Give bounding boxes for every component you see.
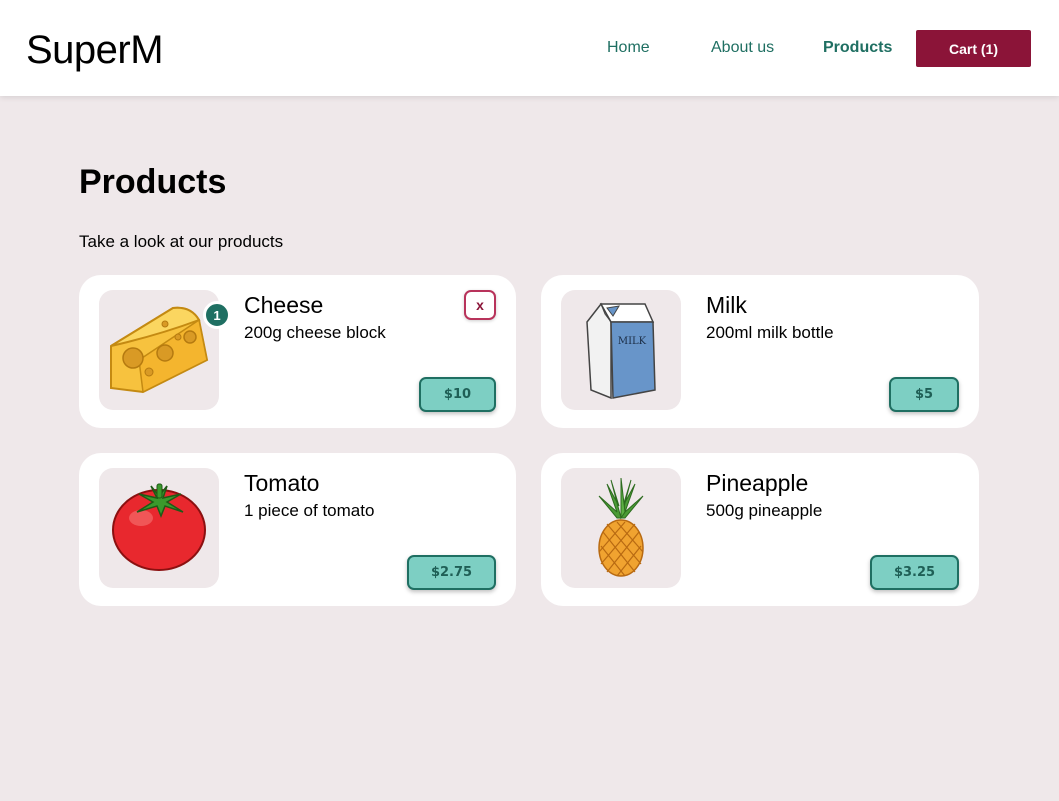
cheese-icon — [110, 306, 209, 394]
nav-link-products[interactable]: Products — [823, 38, 892, 58]
product-description: 200g cheese block — [244, 323, 386, 342]
navbar: SuperM Home About us Products Cart (1) — [0, 0, 1059, 96]
product-image-milk[interactable]: MILK — [561, 290, 681, 410]
page-subtitle: Take a look at our products — [79, 232, 284, 251]
product-name: Tomato — [244, 470, 320, 496]
nav-link-home[interactable]: Home — [607, 38, 650, 58]
product-image-pineapple[interactable] — [561, 468, 681, 588]
product-description: 200ml milk bottle — [706, 323, 834, 342]
product-name: Cheese — [244, 292, 324, 318]
pineapple-icon — [598, 477, 644, 577]
product-description: 1 piece of tomato — [244, 501, 375, 520]
quantity-badge: 1 — [203, 301, 231, 329]
product-card-tomato: Tomato 1 piece of tomato $2.75 — [79, 453, 516, 606]
product-image-cheese[interactable] — [99, 290, 219, 410]
add-to-cart-button[interactable]: $10 — [419, 377, 496, 412]
product-card-milk: MILK Milk 200ml milk bottle $5 — [541, 275, 979, 428]
product-image-tomato[interactable] — [99, 468, 219, 588]
add-to-cart-button[interactable]: $3.25 — [870, 555, 959, 590]
brand-logo[interactable]: SuperM — [26, 26, 164, 74]
milk-icon: MILK — [586, 302, 656, 400]
nav-link-about-us[interactable]: About us — [711, 38, 774, 58]
product-card-cheese: 1 Cheese 200g cheese block x $10 — [79, 275, 516, 428]
page-title: Products — [79, 163, 227, 201]
product-name: Milk — [706, 292, 747, 318]
product-name: Pineapple — [706, 470, 809, 496]
milk-carton-text: MILK — [618, 336, 647, 347]
tomato-icon — [112, 483, 206, 571]
remove-from-cart-button[interactable]: x — [464, 290, 496, 320]
product-description: 500g pineapple — [706, 501, 823, 520]
product-card-pineapple: Pineapple 500g pineapple $3.25 — [541, 453, 979, 606]
cart-button[interactable]: Cart (1) — [916, 30, 1031, 67]
add-to-cart-button[interactable]: $5 — [889, 377, 959, 412]
add-to-cart-button[interactable]: $2.75 — [407, 555, 496, 590]
